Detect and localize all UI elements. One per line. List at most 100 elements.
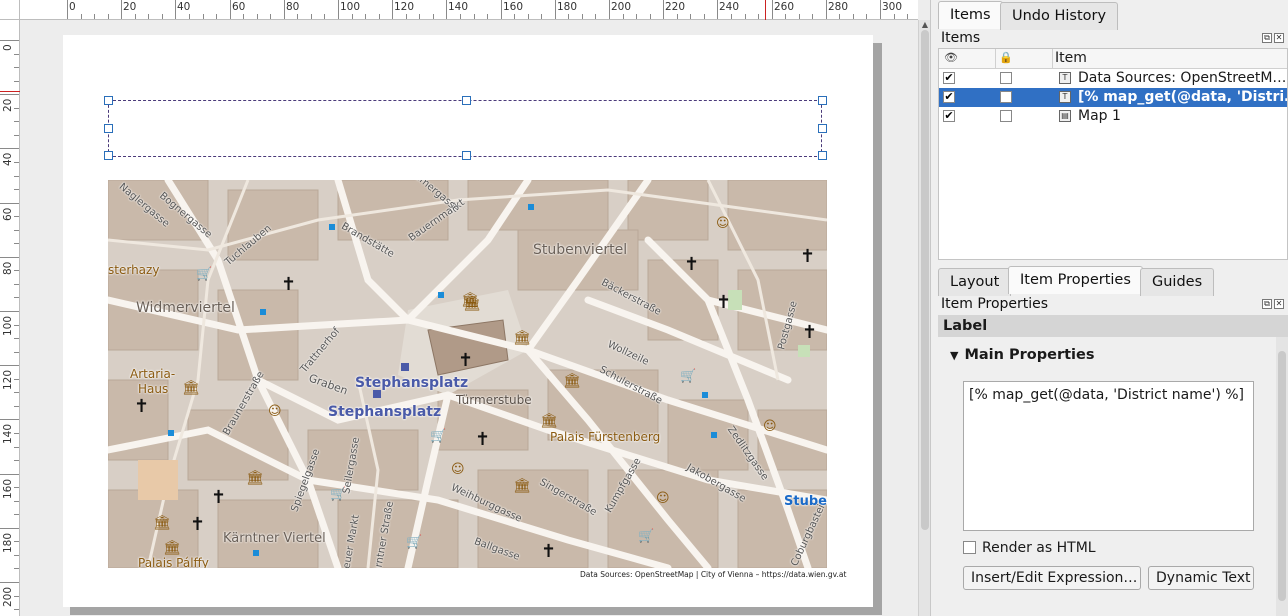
church-icon: ✝ bbox=[134, 396, 149, 417]
lock-checkbox[interactable] bbox=[1000, 91, 1012, 103]
tab-items[interactable]: Items bbox=[938, 1, 1003, 29]
tab-layout[interactable]: Layout bbox=[938, 268, 1012, 296]
ruler-tick bbox=[14, 541, 19, 542]
ruler-tick bbox=[501, 0, 502, 19]
scroll-up-arrow-icon[interactable]: ▲ bbox=[919, 20, 930, 30]
map-label: Palais Pálffy bbox=[138, 556, 209, 568]
ruler-label: 280 bbox=[828, 1, 849, 13]
resize-handle-tr[interactable] bbox=[818, 96, 827, 105]
insert-edit-expression-button[interactable]: Insert/Edit Expression… bbox=[963, 566, 1141, 590]
ruler-tick bbox=[758, 14, 759, 19]
label-item-icon: T bbox=[1059, 91, 1071, 103]
ruler-tick bbox=[352, 14, 353, 19]
ruler-tick bbox=[270, 14, 271, 19]
canvas-vertical-scrollbar[interactable]: ▲ bbox=[918, 20, 930, 616]
attribution-label[interactable]: Data Sources: OpenStreetMap | City of Vi… bbox=[580, 570, 846, 579]
items-row[interactable]: ✔ ▤ Map 1 bbox=[939, 107, 1287, 126]
ruler-tick bbox=[866, 14, 867, 19]
items-tree[interactable]: 👁 🔒 Item ✔ T Data Sources: OpenStreetM… … bbox=[938, 48, 1288, 260]
resize-handle-tl[interactable] bbox=[104, 96, 113, 105]
museum-icon: 🏛 bbox=[540, 412, 558, 429]
ruler-tick bbox=[812, 14, 813, 19]
map-label: Haus bbox=[138, 382, 169, 396]
ruler-tick bbox=[894, 14, 895, 19]
visibility-checkbox[interactable]: ✔ bbox=[943, 91, 955, 103]
checkbox-box[interactable] bbox=[963, 541, 976, 554]
lock-checkbox[interactable] bbox=[1000, 110, 1012, 122]
map-label: Kärntner Viertel bbox=[223, 531, 326, 546]
ruler-tick bbox=[474, 14, 475, 19]
tab-undo-history[interactable]: Undo History bbox=[1000, 2, 1119, 30]
item-name: Data Sources: OpenStreetM… bbox=[1078, 70, 1287, 86]
visibility-checkbox[interactable]: ✔ bbox=[943, 110, 955, 122]
ruler-tick bbox=[14, 487, 19, 488]
ruler-tick bbox=[121, 0, 122, 19]
lock-icon[interactable]: 🔒 bbox=[999, 51, 1013, 64]
ruler-tick bbox=[14, 67, 19, 68]
ruler-tick bbox=[0, 203, 19, 204]
resize-handle-bm[interactable] bbox=[462, 151, 471, 160]
map-label: Stephansplatz bbox=[328, 404, 442, 420]
properties-scrollbar[interactable] bbox=[1276, 337, 1288, 616]
ruler-label: 200 bbox=[611, 1, 632, 13]
main-properties-group[interactable]: ▼ Main Properties bbox=[950, 347, 1095, 363]
tab-item-properties[interactable]: Item Properties bbox=[1008, 266, 1143, 294]
eye-icon[interactable]: 👁 bbox=[944, 51, 958, 64]
map-label: Stephansplatz bbox=[355, 375, 469, 391]
ruler-tick bbox=[379, 14, 380, 19]
resize-handle-br[interactable] bbox=[818, 151, 827, 160]
ruler-tick bbox=[14, 162, 19, 163]
museum-icon: 🏛 bbox=[563, 372, 581, 389]
float-icon[interactable]: ⧉ bbox=[1262, 33, 1272, 43]
ruler-label: 240 bbox=[719, 1, 740, 13]
metro-icon bbox=[401, 363, 409, 371]
ruler-tick bbox=[14, 596, 19, 597]
selected-label-item[interactable] bbox=[104, 96, 827, 160]
park bbox=[798, 345, 810, 357]
ruler-label: 0 bbox=[69, 1, 76, 13]
ruler-tick bbox=[595, 14, 596, 19]
column-item[interactable]: Item bbox=[1055, 50, 1087, 66]
lock-checkbox[interactable] bbox=[1000, 72, 1012, 84]
collapse-triangle-icon[interactable]: ▼ bbox=[950, 349, 958, 362]
ruler-label: 100 bbox=[2, 315, 14, 336]
ruler-tick bbox=[487, 14, 488, 19]
scroll-thumb[interactable] bbox=[1278, 351, 1286, 601]
ruler-tick bbox=[460, 14, 461, 19]
vertical-ruler[interactable]: 0 20 40 60 80 100 120 140 160 180 200 bbox=[0, 20, 20, 616]
items-row[interactable]: ✔ T [% map_get(@data, 'Distri… bbox=[939, 88, 1287, 107]
museum-icon: 🏛 bbox=[461, 291, 479, 308]
resize-handle-mr[interactable] bbox=[818, 124, 827, 133]
items-row[interactable]: ✔ T Data Sources: OpenStreetM… bbox=[939, 69, 1287, 88]
ruler-tick bbox=[14, 81, 19, 82]
float-icon[interactable]: ⧉ bbox=[1262, 299, 1272, 309]
ruler-tick bbox=[731, 14, 732, 19]
stop-icon bbox=[528, 204, 534, 210]
ruler-label: 140 bbox=[448, 1, 469, 13]
close-icon[interactable]: ✕ bbox=[1274, 33, 1284, 43]
ruler-tick bbox=[230, 0, 231, 19]
layout-canvas[interactable]: 0 20 40 60 80 100 120 140 160 180 200 220 240 260 280 3… bbox=[0, 0, 930, 616]
stop-icon bbox=[329, 224, 335, 230]
ruler-tick bbox=[14, 243, 19, 244]
close-icon[interactable]: ✕ bbox=[1274, 299, 1284, 309]
scroll-thumb[interactable] bbox=[921, 30, 929, 530]
label-text-editor[interactable]: [% map_get(@data, 'District name') %] bbox=[963, 381, 1254, 531]
ruler-tick bbox=[257, 14, 258, 19]
render-as-html-checkbox[interactable]: Render as HTML bbox=[963, 540, 1096, 556]
ruler-tick bbox=[446, 0, 447, 19]
map-label: Türmerstube bbox=[456, 393, 532, 407]
visibility-checkbox[interactable]: ✔ bbox=[943, 72, 955, 84]
dynamic-text-button[interactable]: Dynamic Text bbox=[1148, 566, 1254, 590]
resize-handle-ml[interactable] bbox=[104, 124, 113, 133]
resize-handle-tm[interactable] bbox=[462, 96, 471, 105]
ruler-tick bbox=[365, 14, 366, 19]
horizontal-ruler[interactable]: 0 20 40 60 80 100 120 140 160 180 200 220 240 260 280 3… bbox=[0, 0, 918, 20]
tab-guides[interactable]: Guides bbox=[1140, 268, 1215, 296]
ruler-label: 40 bbox=[177, 1, 191, 13]
resize-handle-bl[interactable] bbox=[104, 151, 113, 160]
ruler-tick bbox=[338, 0, 339, 19]
theatre-icon: ☺ bbox=[268, 404, 282, 419]
map-item[interactable]: ✝ ✝ ✝ ✝ ✝ ✝ ✝ ✝ ✝ ✝ ✝ 🏛 🏛 🏛 🏛 🏛 🏛 🏛 🏛 🏛 … bbox=[108, 180, 827, 568]
ruler-tick bbox=[14, 609, 19, 610]
